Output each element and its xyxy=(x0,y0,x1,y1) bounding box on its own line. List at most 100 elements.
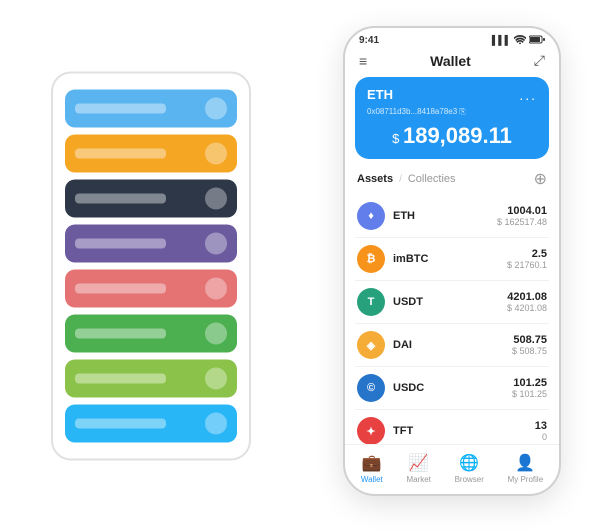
eth-banner-top: ETH ... xyxy=(367,87,537,103)
eth-balance-value: 189,089.11 xyxy=(403,123,512,148)
asset-icon-eth: ♦ xyxy=(357,202,385,230)
card-item xyxy=(65,180,237,218)
tab-divider: / xyxy=(399,174,402,185)
asset-amount: 101.25 xyxy=(512,377,547,389)
asset-amount: 4201.08 xyxy=(507,291,547,303)
asset-left: ✦ TFT xyxy=(357,417,413,444)
card-item xyxy=(65,225,237,263)
asset-icon-dai: ◈ xyxy=(357,331,385,359)
scene: 9:41 ▌▌▌ ≡ Wallet ⤢ ETH ... xyxy=(21,16,581,516)
eth-balance-symbol: $ xyxy=(392,131,403,146)
asset-name: USDT xyxy=(393,296,423,308)
asset-row[interactable]: © USDC 101.25 $ 101.25 xyxy=(355,367,549,410)
card-item xyxy=(65,315,237,353)
asset-amount: 1004.01 xyxy=(497,205,547,217)
status-bar: 9:41 ▌▌▌ xyxy=(345,28,559,48)
nav-item-wallet[interactable]: 💼 Wallet xyxy=(361,453,383,484)
card-bar xyxy=(75,419,166,429)
card-icon xyxy=(205,323,227,345)
asset-left: T USDT xyxy=(357,288,423,316)
card-icon xyxy=(205,278,227,300)
add-asset-button[interactable]: ⊕ xyxy=(534,169,547,189)
asset-right: 2.5 $ 21760.1 xyxy=(507,248,547,270)
nav-item-browser[interactable]: 🌐 Browser xyxy=(455,453,484,484)
asset-usd: $ 4201.08 xyxy=(507,303,547,313)
menu-icon[interactable]: ≡ xyxy=(359,53,367,69)
nav-icon-my profile: 👤 xyxy=(515,453,535,473)
card-bar xyxy=(75,374,166,384)
card-icon xyxy=(205,233,227,255)
card-bar xyxy=(75,329,166,339)
asset-usd: $ 21760.1 xyxy=(507,260,547,270)
asset-icon-imbtc: ₿ xyxy=(357,245,385,273)
signal-icon: ▌▌▌ xyxy=(492,35,511,45)
asset-row[interactable]: ♦ ETH 1004.01 $ 162517.48 xyxy=(355,195,549,238)
card-icon xyxy=(205,413,227,435)
card-item xyxy=(65,270,237,308)
expand-icon[interactable]: ⤢ xyxy=(534,52,545,69)
asset-right: 4201.08 $ 4201.08 xyxy=(507,291,547,313)
assets-header: Assets / Collecties ⊕ xyxy=(345,169,559,195)
phone-header: ≡ Wallet ⤢ xyxy=(345,48,559,77)
asset-amount: 508.75 xyxy=(512,334,547,346)
status-icons: ▌▌▌ xyxy=(492,34,545,46)
bottom-nav: 💼 Wallet 📈 Market 🌐 Browser 👤 My Profile xyxy=(345,444,559,494)
card-stack xyxy=(51,72,251,461)
asset-name: USDC xyxy=(393,382,424,394)
nav-icon-wallet: 💼 xyxy=(362,453,382,473)
card-item xyxy=(65,135,237,173)
asset-left: ◈ DAI xyxy=(357,331,412,359)
asset-amount: 13 xyxy=(535,420,547,432)
card-item xyxy=(65,90,237,128)
phone-mockup: 9:41 ▌▌▌ ≡ Wallet ⤢ ETH ... xyxy=(343,26,561,496)
eth-copy-icon[interactable]: ⎘ xyxy=(459,107,465,116)
nav-label: Browser xyxy=(455,475,484,484)
page-title: Wallet xyxy=(430,53,471,69)
status-time: 9:41 xyxy=(359,35,379,46)
asset-row[interactable]: T USDT 4201.08 $ 4201.08 xyxy=(355,281,549,324)
asset-left: © USDC xyxy=(357,374,424,402)
card-bar xyxy=(75,239,166,249)
eth-balance: $ 189,089.11 xyxy=(367,123,537,149)
nav-label: My Profile xyxy=(508,475,544,484)
nav-label: Market xyxy=(406,475,430,484)
nav-icon-browser: 🌐 xyxy=(459,453,479,473)
asset-left: ♦ ETH xyxy=(357,202,415,230)
eth-more-button[interactable]: ... xyxy=(519,87,537,103)
nav-label: Wallet xyxy=(361,475,383,484)
asset-right: 508.75 $ 508.75 xyxy=(512,334,547,356)
card-bar xyxy=(75,194,166,204)
card-bar xyxy=(75,284,166,294)
card-icon xyxy=(205,188,227,210)
asset-row[interactable]: ₿ imBTC 2.5 $ 21760.1 xyxy=(355,238,549,281)
asset-row[interactable]: ✦ TFT 13 0 xyxy=(355,410,549,444)
asset-usd: $ 101.25 xyxy=(512,389,547,399)
asset-usd: 0 xyxy=(535,432,547,442)
battery-icon xyxy=(529,35,545,46)
asset-usd: $ 162517.48 xyxy=(497,217,547,227)
asset-icon-usdt: T xyxy=(357,288,385,316)
asset-name: imBTC xyxy=(393,253,428,265)
eth-address: 0x08711d3b...8418a78e3 ⎘ xyxy=(367,107,537,117)
nav-item-market[interactable]: 📈 Market xyxy=(406,453,430,484)
tab-collectibles[interactable]: Collecties xyxy=(408,173,456,185)
asset-list: ♦ ETH 1004.01 $ 162517.48 ₿ imBTC 2.5 $ … xyxy=(345,195,559,444)
eth-banner: ETH ... 0x08711d3b...8418a78e3 ⎘ $ 189,0… xyxy=(355,77,549,159)
asset-row[interactable]: ◈ DAI 508.75 $ 508.75 xyxy=(355,324,549,367)
asset-icon-tft: ✦ xyxy=(357,417,385,444)
asset-name: TFT xyxy=(393,425,413,437)
card-icon xyxy=(205,368,227,390)
nav-icon-market: 📈 xyxy=(409,453,429,473)
asset-right: 13 0 xyxy=(535,420,547,442)
asset-left: ₿ imBTC xyxy=(357,245,428,273)
asset-name: ETH xyxy=(393,210,415,222)
card-bar xyxy=(75,149,166,159)
nav-item-my-profile[interactable]: 👤 My Profile xyxy=(508,453,544,484)
card-icon xyxy=(205,143,227,165)
asset-name: DAI xyxy=(393,339,412,351)
tab-assets[interactable]: Assets xyxy=(357,173,393,185)
asset-amount: 2.5 xyxy=(507,248,547,260)
card-item xyxy=(65,405,237,443)
asset-usd: $ 508.75 xyxy=(512,346,547,356)
asset-icon-usdc: © xyxy=(357,374,385,402)
